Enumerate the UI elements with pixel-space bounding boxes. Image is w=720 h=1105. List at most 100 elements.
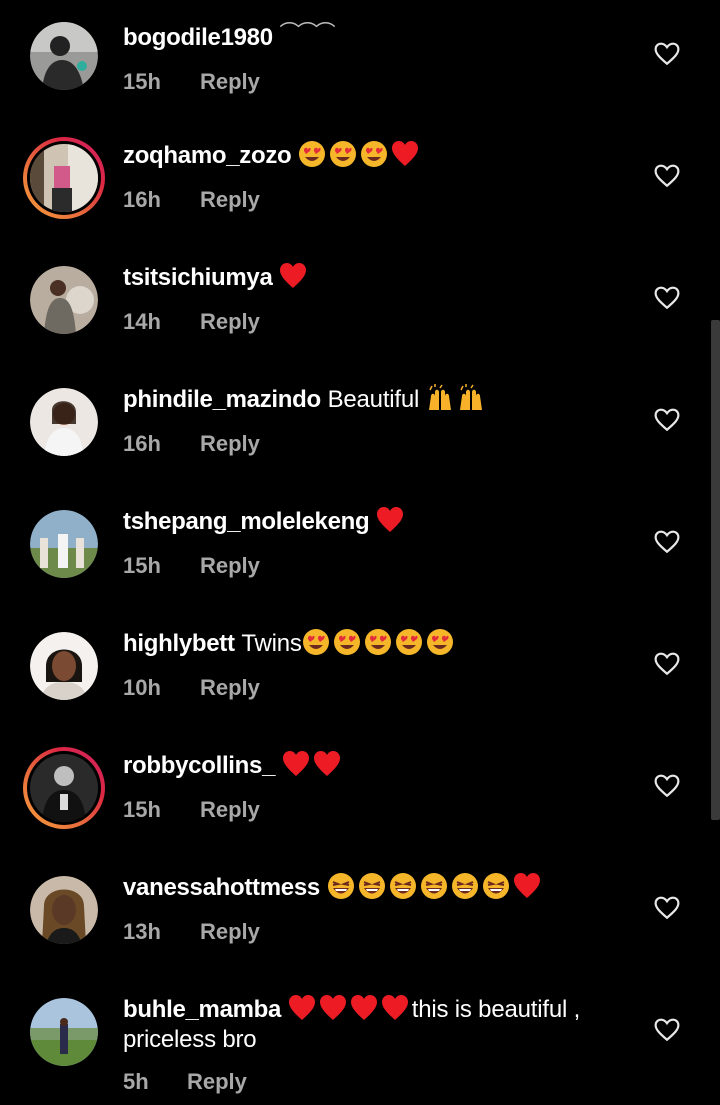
avatar[interactable] bbox=[30, 998, 98, 1066]
comment-username[interactable]: tshepang_molelekeng bbox=[123, 508, 370, 535]
comment-body: zoqhamo_zozo 16h Reply bbox=[123, 140, 623, 213]
red-heart-emoji bbox=[319, 995, 346, 1020]
comment-time: 14h bbox=[123, 309, 161, 334]
avatar-image bbox=[30, 22, 98, 90]
avatar[interactable] bbox=[30, 510, 98, 578]
reply-button[interactable]: Reply bbox=[200, 675, 260, 701]
comment-item: robbycollins_ 15h Reply bbox=[0, 732, 720, 854]
like-heart-icon[interactable] bbox=[654, 774, 680, 798]
like-heart-icon[interactable] bbox=[654, 408, 680, 432]
comment-time: 16h bbox=[123, 431, 161, 456]
avatar-image bbox=[30, 388, 98, 456]
red-heart-emoji bbox=[513, 873, 540, 898]
avatar-with-story-ring[interactable] bbox=[23, 137, 105, 219]
comment-time: 13h bbox=[123, 919, 161, 944]
heart-eyes-emoji bbox=[333, 629, 360, 655]
reply-button[interactable]: Reply bbox=[187, 1069, 247, 1095]
comment-username[interactable]: buhle_mamba bbox=[123, 996, 281, 1023]
red-heart-emoji bbox=[282, 751, 309, 776]
avatar-image bbox=[30, 998, 98, 1066]
avatar-image bbox=[30, 876, 98, 944]
like-heart-icon[interactable] bbox=[654, 42, 680, 66]
heart-eyes-emoji bbox=[395, 629, 422, 655]
red-heart-emoji bbox=[392, 141, 419, 166]
laughing-emoji bbox=[482, 873, 509, 899]
reply-button[interactable]: Reply bbox=[200, 431, 260, 457]
avatar-image bbox=[30, 266, 98, 334]
reply-button[interactable]: Reply bbox=[200, 553, 260, 579]
heart-eyes-emoji bbox=[364, 629, 391, 655]
avatar-image bbox=[30, 510, 98, 578]
comment-username[interactable]: zoqhamo_zozo bbox=[123, 142, 292, 169]
reply-button[interactable]: Reply bbox=[200, 309, 260, 335]
like-heart-icon[interactable] bbox=[654, 530, 680, 554]
red-heart-emoji bbox=[350, 995, 377, 1020]
scrollbar[interactable] bbox=[711, 320, 720, 820]
comments-list: bogodile1980 ⌒⌒⌒ 15h Reply zoqhamo_zozo … bbox=[0, 0, 720, 1105]
comment-time: 5h bbox=[123, 1069, 149, 1094]
comment-username[interactable]: robbycollins_ bbox=[123, 752, 275, 779]
comment-username[interactable]: bogodile1980 bbox=[123, 24, 273, 51]
red-heart-emoji bbox=[381, 995, 408, 1020]
comment-emojis bbox=[288, 995, 412, 1023]
comment-item: phindile_mazindo Beautiful 16h Reply bbox=[0, 366, 720, 488]
comment-body: tshepang_molelekeng 15h Reply bbox=[123, 506, 623, 579]
avatar-with-story-ring[interactable] bbox=[23, 747, 105, 829]
like-heart-icon[interactable] bbox=[654, 896, 680, 920]
comment-body: tsitsichiumya 14h Reply bbox=[123, 262, 623, 335]
comment-username[interactable]: vanessahottmess bbox=[123, 874, 320, 901]
comment-username[interactable]: phindile_mazindo bbox=[123, 386, 321, 413]
comment-item: bogodile1980 ⌒⌒⌒ 15h Reply bbox=[0, 0, 720, 122]
comment-text: Twins bbox=[241, 630, 302, 657]
red-heart-emoji bbox=[280, 263, 307, 288]
comment-time: 16h bbox=[123, 187, 161, 212]
red-heart-emoji bbox=[288, 995, 315, 1020]
reply-button[interactable]: Reply bbox=[200, 797, 260, 823]
reply-button[interactable]: Reply bbox=[200, 69, 260, 95]
comment-emojis bbox=[426, 384, 488, 413]
comment-emojis bbox=[282, 751, 344, 779]
heart-eyes-emoji bbox=[426, 629, 453, 655]
red-heart-emoji bbox=[313, 751, 340, 776]
like-heart-icon[interactable] bbox=[654, 652, 680, 676]
comment-text: this is beautiful , bbox=[411, 996, 581, 1023]
comment-text: Beautiful bbox=[327, 386, 420, 413]
comment-time: 10h bbox=[123, 675, 161, 700]
comment-body: phindile_mazindo Beautiful 16h Reply bbox=[123, 384, 623, 457]
reply-button[interactable]: Reply bbox=[200, 919, 260, 945]
avatar-image bbox=[30, 754, 98, 822]
like-heart-icon[interactable] bbox=[654, 1018, 680, 1042]
comment-emojis bbox=[302, 629, 457, 657]
raising-hands-emoji bbox=[428, 384, 451, 410]
comment-item: vanessahottmess 13h Reply bbox=[0, 854, 720, 976]
laughing-emoji bbox=[451, 873, 478, 899]
comment-time: 15h bbox=[123, 553, 161, 578]
laughing-emoji bbox=[358, 873, 385, 899]
laughing-emoji bbox=[389, 873, 416, 899]
like-heart-icon[interactable] bbox=[654, 164, 680, 188]
avatar-image bbox=[30, 144, 98, 212]
heart-eyes-emoji bbox=[330, 141, 357, 167]
heart-eyes-emoji bbox=[299, 141, 326, 167]
comment-item: zoqhamo_zozo 16h Reply bbox=[0, 122, 720, 244]
comment-text-line2: priceless bro bbox=[123, 1026, 257, 1053]
reply-button[interactable]: Reply bbox=[200, 187, 260, 213]
comment-emojis bbox=[327, 873, 544, 901]
comment-body: buhle_mamba this is beautiful , priceles… bbox=[123, 994, 623, 1095]
comment-body: highlybett Twins 10h Reply bbox=[123, 628, 623, 701]
comment-item: tshepang_molelekeng 15h Reply bbox=[0, 488, 720, 610]
avatar[interactable] bbox=[30, 266, 98, 334]
comment-time: 15h bbox=[123, 69, 161, 94]
avatar[interactable] bbox=[30, 388, 98, 456]
comment-username[interactable]: highlybett bbox=[123, 630, 235, 657]
avatar[interactable] bbox=[30, 632, 98, 700]
like-heart-icon[interactable] bbox=[654, 286, 680, 310]
comment-body: vanessahottmess 13h Reply bbox=[123, 872, 623, 945]
heart-eyes-emoji bbox=[361, 141, 388, 167]
avatar[interactable] bbox=[30, 876, 98, 944]
comment-body: bogodile1980 ⌒⌒⌒ 15h Reply bbox=[123, 18, 623, 95]
comment-username[interactable]: tsitsichiumya bbox=[123, 264, 273, 291]
avatar[interactable] bbox=[30, 22, 98, 90]
avatar-image bbox=[30, 632, 98, 700]
red-heart-emoji bbox=[377, 507, 404, 532]
